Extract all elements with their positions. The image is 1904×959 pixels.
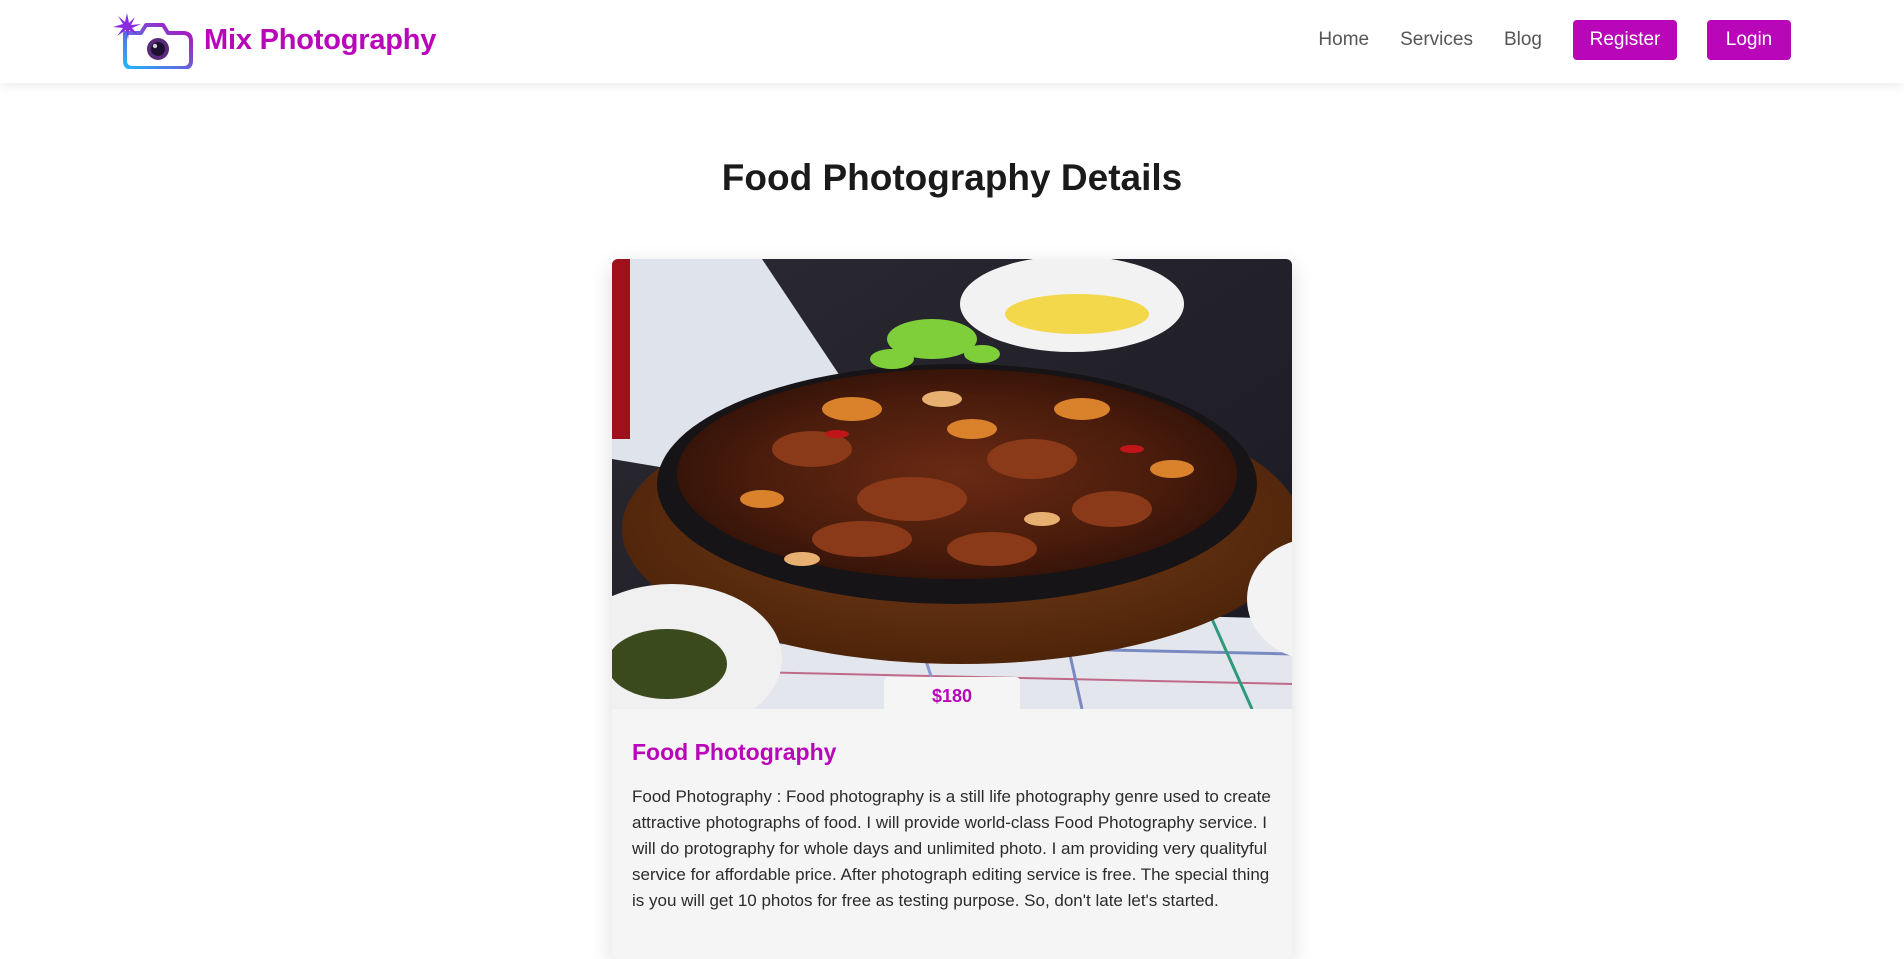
camera-logo-icon: [113, 13, 193, 69]
price-badge: $180: [884, 677, 1020, 711]
service-image: $180: [612, 259, 1292, 711]
page-title: Food Photography Details: [721, 157, 1183, 198]
brand-link[interactable]: Mix Photography: [111, 8, 436, 72]
nav-links: Home Services Blog Register Login: [1318, 20, 1791, 60]
service-detail-card: $180 Food Photography Food Photography :…: [612, 259, 1292, 959]
nav-link-blog[interactable]: Blog: [1504, 29, 1542, 51]
food-dish-photo: [612, 259, 1292, 709]
brand-name: Mix Photography: [204, 23, 437, 56]
service-description: Food Photography : Food photography is a…: [632, 787, 1271, 910]
navbar: Mix Photography Home Services Blog Regis…: [0, 0, 1904, 83]
nav-link-home[interactable]: Home: [1318, 29, 1369, 51]
service-title: Food Photography: [632, 739, 837, 765]
register-button[interactable]: Register: [1573, 20, 1677, 60]
login-button[interactable]: Login: [1707, 20, 1791, 60]
nav-link-services[interactable]: Services: [1400, 29, 1473, 51]
